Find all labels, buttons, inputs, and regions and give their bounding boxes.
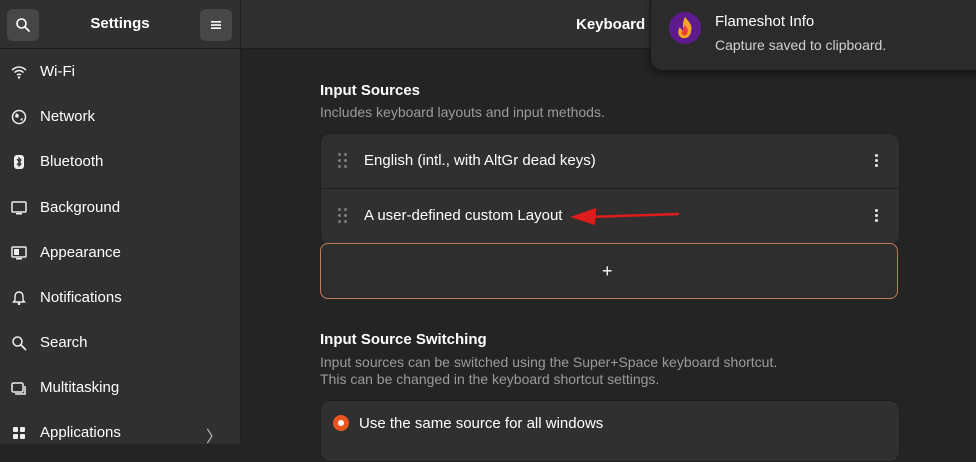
more-options-icon[interactable]	[875, 153, 879, 169]
bell-icon	[12, 291, 26, 306]
bluetooth-icon	[14, 155, 24, 169]
sidebar-item-label: Bluetooth	[40, 153, 104, 170]
notification-popup[interactable]: Flameshot Info Capture saved to clipboar…	[650, 0, 976, 71]
sidebar-item-appearance[interactable]: Appearance	[0, 231, 240, 275]
sidebar-item-wifi[interactable]: Wi-Fi	[0, 50, 240, 94]
switching-subtitle-line1: Input sources can be switched using the …	[320, 354, 778, 370]
sidebar-item-label: Search	[40, 334, 88, 351]
input-source-label: English (intl., with AltGr dead keys)	[364, 152, 596, 169]
menu-button[interactable]	[200, 9, 232, 41]
chevron-right-icon: 〉	[205, 429, 222, 446]
hamburger-icon	[211, 21, 221, 29]
drag-handle-icon[interactable]	[338, 208, 348, 224]
sidebar-header: Settings	[0, 0, 240, 49]
input-source-row[interactable]: English (intl., with AltGr dead keys)	[321, 134, 899, 188]
appearance-icon	[11, 246, 27, 260]
plus-icon: +	[602, 261, 613, 281]
page-title: Keyboard	[576, 16, 646, 33]
sidebar: Settings Wi-Fi Network Bluetooth Backgro…	[0, 0, 241, 446]
sidebar-item-label: Appearance	[40, 244, 121, 261]
annotation-arrow	[570, 208, 680, 225]
network-icon	[11, 109, 27, 125]
wifi-icon	[11, 66, 27, 79]
sidebar-item-search[interactable]: Search	[0, 321, 240, 365]
radio-same-source[interactable]	[333, 415, 349, 431]
flameshot-icon	[669, 12, 701, 44]
sidebar-item-bluetooth[interactable]: Bluetooth	[0, 140, 240, 184]
sidebar-item-label: Multitasking	[40, 379, 120, 396]
input-source-label: A user-defined custom Layout	[364, 207, 563, 224]
sidebar-item-label: Applications	[40, 424, 121, 441]
radio-label: Use the same source for all windows	[359, 415, 604, 432]
sidebar-item-multitasking[interactable]: Multitasking	[0, 366, 240, 410]
search-icon	[12, 336, 27, 351]
notification-body: Capture saved to clipboard.	[715, 37, 887, 53]
sidebar-item-network[interactable]: Network	[0, 95, 240, 139]
input-source-switching-title: Input Source Switching	[320, 331, 487, 348]
drag-handle-icon[interactable]	[338, 153, 348, 169]
input-sources-title: Input Sources	[320, 82, 421, 99]
switching-options: Use the same source for all windows	[320, 400, 900, 462]
sidebar-item-label: Notifications	[40, 289, 122, 306]
sidebar-item-label: Background	[40, 199, 121, 216]
sidebar-item-label: Network	[40, 108, 96, 125]
sidebar-item-background[interactable]: Background	[0, 186, 240, 230]
sidebar-item-label: Wi-Fi	[40, 63, 75, 80]
sidebar-item-applications[interactable]: Applications 〉	[0, 411, 240, 455]
multitasking-icon	[11, 382, 26, 395]
input-sources-subtitle: Includes keyboard layouts and input meth…	[320, 104, 605, 120]
add-input-source-button[interactable]: +	[320, 243, 898, 299]
sidebar-item-notifications[interactable]: Notifications	[0, 276, 240, 320]
switching-subtitle-line2: This can be changed in the keyboard shor…	[320, 371, 660, 387]
more-options-icon[interactable]	[875, 208, 879, 224]
applications-icon	[13, 427, 25, 439]
notification-title: Flameshot Info	[715, 13, 815, 30]
background-icon	[11, 201, 27, 215]
input-sources-list: English (intl., with AltGr dead keys) A …	[320, 133, 900, 245]
